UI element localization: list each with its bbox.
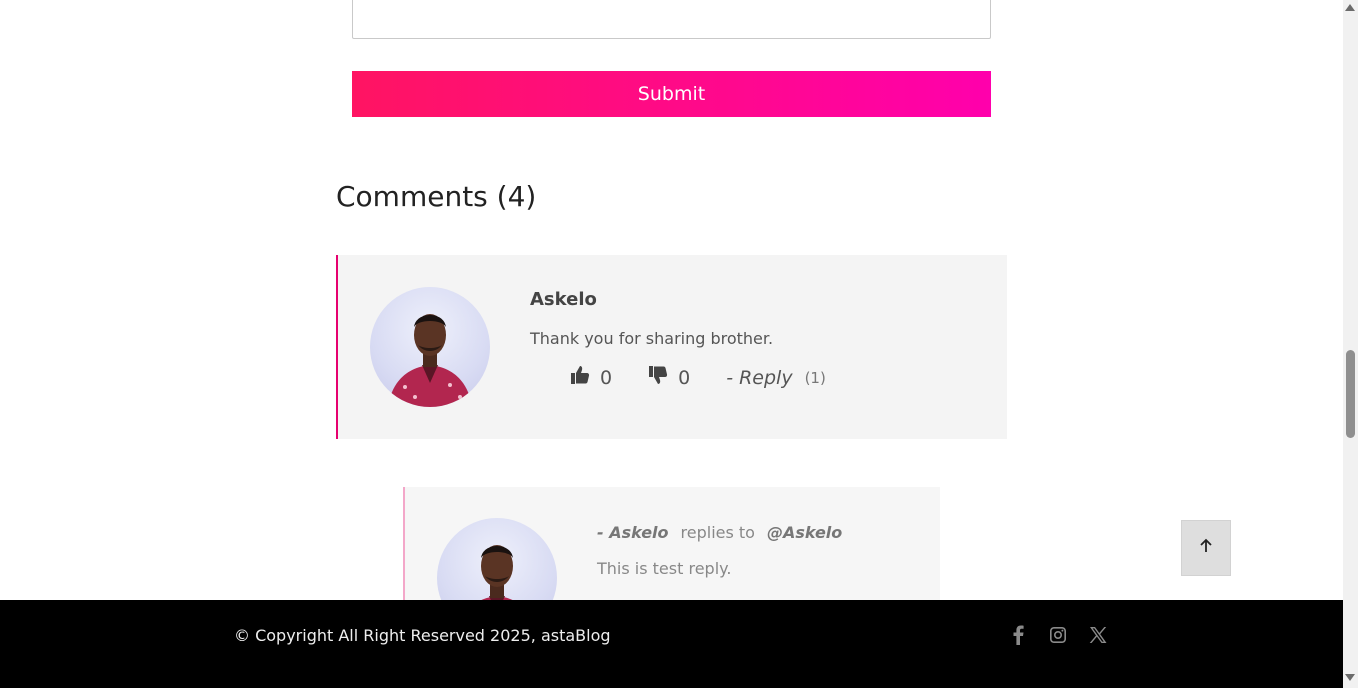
x-icon[interactable] [1088, 624, 1108, 646]
back-to-top-button[interactable] [1181, 520, 1231, 576]
submit-button[interactable]: Submit [352, 71, 991, 117]
social-links [1008, 624, 1108, 646]
scroll-thumb[interactable] [1346, 350, 1355, 438]
thumbs-up-icon [570, 365, 590, 390]
copyright-text: © Copyright All Right Reserved 2025, ast… [234, 626, 611, 645]
reply-header: - Askelo replies to @Askelo [597, 523, 842, 542]
comment-card: Askelo Thank you for sharing brother. 0 … [336, 255, 1007, 439]
reply-text: This is test reply. [597, 559, 732, 578]
scroll-down-arrow-icon[interactable] [1345, 674, 1355, 681]
comment-actions: 0 0 - Reply (1) [570, 365, 826, 390]
reply-count: (1) [804, 368, 826, 387]
footer: © Copyright All Right Reserved 2025, ast… [0, 600, 1343, 688]
reply-link[interactable]: - Reply [726, 367, 792, 389]
replies-to-label: replies to [680, 523, 755, 542]
reply-target[interactable]: @Askelo [767, 523, 842, 542]
like-button[interactable]: 0 [570, 365, 612, 390]
avatar [370, 287, 490, 407]
arrow-up-icon [1198, 538, 1214, 558]
scroll-up-arrow-icon[interactable] [1345, 4, 1355, 11]
dislike-button[interactable]: 0 [648, 365, 690, 390]
facebook-icon[interactable] [1008, 624, 1028, 646]
comment-author[interactable]: Askelo [530, 289, 597, 310]
like-count: 0 [600, 366, 613, 389]
comment-textarea[interactable] [352, 0, 991, 39]
comments-title: Comments (4) [336, 180, 537, 213]
dislike-count: 0 [678, 366, 691, 389]
reply-author[interactable]: - Askelo [597, 523, 669, 542]
page: Submit Comments (4) Askelo Thank you for… [0, 0, 1343, 688]
scrollbar[interactable] [1343, 0, 1358, 688]
comment-text: Thank you for sharing brother. [530, 329, 774, 348]
thumbs-down-icon [648, 365, 668, 390]
instagram-icon[interactable] [1048, 624, 1068, 646]
